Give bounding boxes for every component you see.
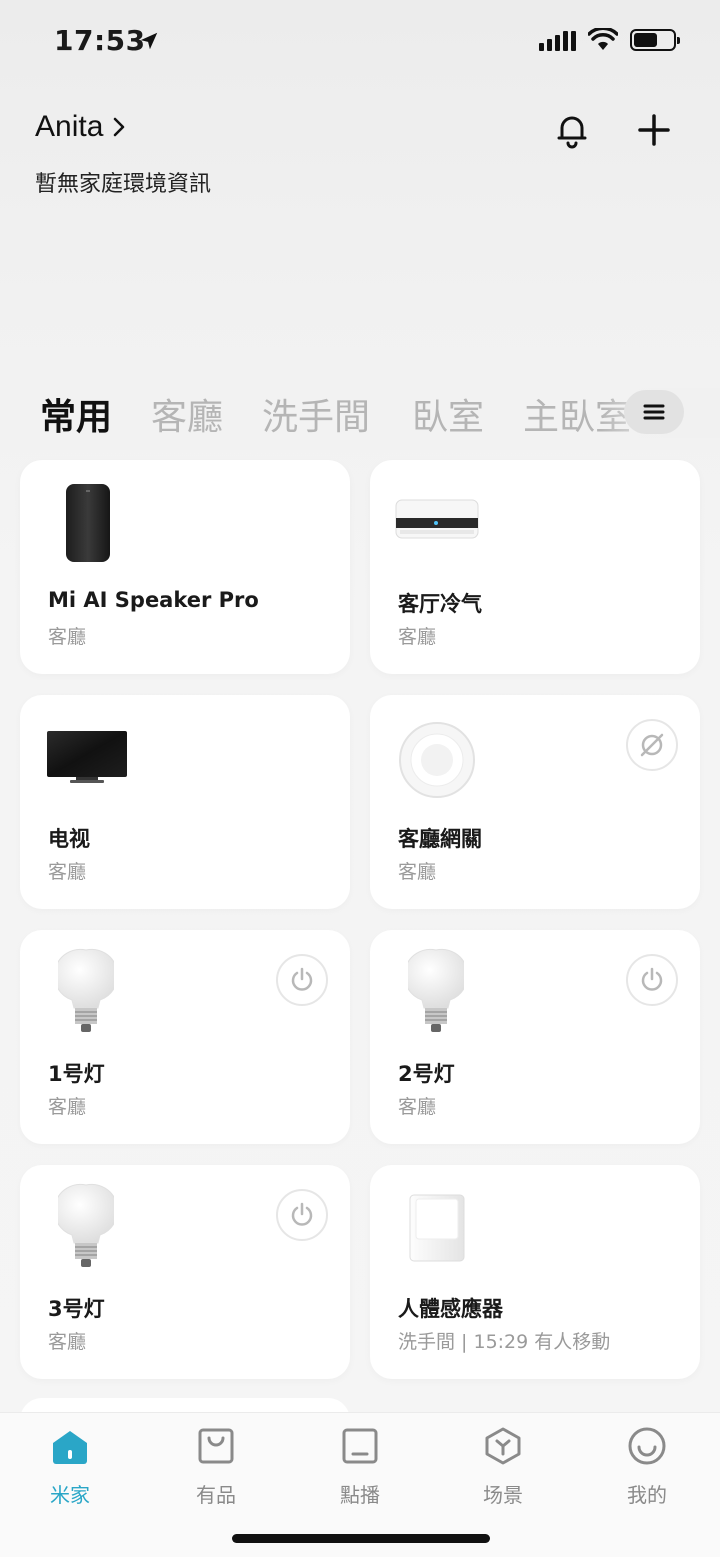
smile-icon: [628, 1427, 666, 1465]
bulb-icon: [58, 1183, 114, 1267]
status-indicators: [539, 28, 680, 52]
air-conditioner-icon: [395, 499, 479, 539]
status-time: 17:53: [54, 24, 146, 57]
bell-icon[interactable]: [552, 110, 592, 150]
home-environment-info: 暫無家庭環境資訊: [35, 172, 212, 197]
nav-米家[interactable]: 米家: [20, 1425, 120, 1508]
home-name: Anita: [35, 110, 104, 143]
device-room: 客廳: [398, 861, 437, 883]
device-name: 人體感應器: [398, 1297, 503, 1321]
bulb-icon: [408, 948, 464, 1032]
nav-label: 米家: [50, 1483, 90, 1507]
device-name: Mi AI Speaker Pro: [48, 588, 259, 612]
device-name: 客廳網關: [398, 827, 482, 851]
home-icon: [53, 1431, 87, 1464]
bulb-icon: [58, 948, 114, 1032]
device-room: 客廳: [48, 1331, 87, 1353]
device-card[interactable]: 1号灯 客廳: [20, 930, 350, 1144]
home-selector[interactable]: Anita: [35, 110, 127, 144]
room-menu-button[interactable]: [624, 390, 684, 434]
gateway-icon: [399, 722, 475, 798]
location-arrow-icon: [140, 32, 158, 50]
add-device-icon[interactable]: [636, 112, 672, 148]
device-room: 客廳: [48, 626, 87, 648]
device-room: 客廳: [48, 1096, 87, 1118]
device-card[interactable]: 客厅冷气 客廳: [370, 460, 700, 674]
chevron-right-icon: [114, 117, 125, 137]
power-button[interactable]: [276, 954, 328, 1006]
nav-label: 场景: [483, 1483, 523, 1507]
nav-點播[interactable]: 點播: [310, 1425, 410, 1508]
device-card[interactable]: 人體感應器 洗手間 | 15:29 有人移動: [370, 1165, 700, 1379]
device-name: 1号灯: [48, 1062, 105, 1086]
device-status: 洗手間 | 15:29 有人移動: [398, 1331, 611, 1353]
power-button[interactable]: [626, 954, 678, 1006]
device-room: 客廳: [398, 1096, 437, 1118]
power-icon: [291, 1202, 313, 1226]
power-icon: [291, 967, 313, 991]
device-card[interactable]: 3号灯 客廳: [20, 1165, 350, 1379]
device-name: 3号灯: [48, 1297, 105, 1321]
device-room: 客廳: [398, 626, 437, 648]
cellular-signal-icon: [539, 29, 576, 51]
motion-sensor-icon: [409, 1194, 465, 1262]
device-name: 2号灯: [398, 1062, 455, 1086]
tablet-icon: [342, 1428, 378, 1464]
power-icon: [641, 967, 663, 991]
device-name: 客厅冷气: [398, 592, 482, 616]
nav-label: 點播: [340, 1483, 380, 1507]
tab-洗手間[interactable]: 洗手間: [262, 388, 370, 438]
nav-有品[interactable]: 有品: [166, 1425, 266, 1508]
device-room: 客廳: [48, 861, 87, 883]
offline-toggle[interactable]: [626, 719, 678, 771]
bag-icon: [198, 1428, 234, 1464]
tab-臥室[interactable]: 臥室: [412, 388, 484, 438]
device-card[interactable]: Mi AI Speaker Pro 客廳: [20, 460, 350, 674]
cube-icon: [485, 1427, 521, 1465]
device-card[interactable]: 电视 客廳: [20, 695, 350, 909]
tab-客廳[interactable]: 客廳: [151, 388, 223, 438]
tab-常用[interactable]: 常用: [40, 388, 112, 438]
device-card[interactable]: 客廳網關 客廳: [370, 695, 700, 909]
home-indicator[interactable]: [232, 1534, 490, 1543]
tv-icon: [47, 731, 127, 783]
device-card[interactable]: 2号灯 客廳: [370, 930, 700, 1144]
nav-label: 我的: [627, 1483, 667, 1507]
speaker-icon: [66, 484, 110, 562]
nav-场景[interactable]: 场景: [453, 1425, 553, 1508]
battery-icon: [630, 29, 680, 51]
room-tabs: 常用 客廳 洗手間 臥室 主臥室: [40, 388, 720, 438]
offline-icon: [640, 733, 664, 757]
wifi-icon: [588, 28, 618, 50]
nav-label: 有品: [196, 1483, 236, 1507]
status-bar: 17:53: [0, 0, 720, 80]
power-button[interactable]: [276, 1189, 328, 1241]
device-name: 电视: [48, 827, 90, 851]
nav-我的[interactable]: 我的: [597, 1425, 697, 1508]
menu-icon: [643, 404, 665, 420]
